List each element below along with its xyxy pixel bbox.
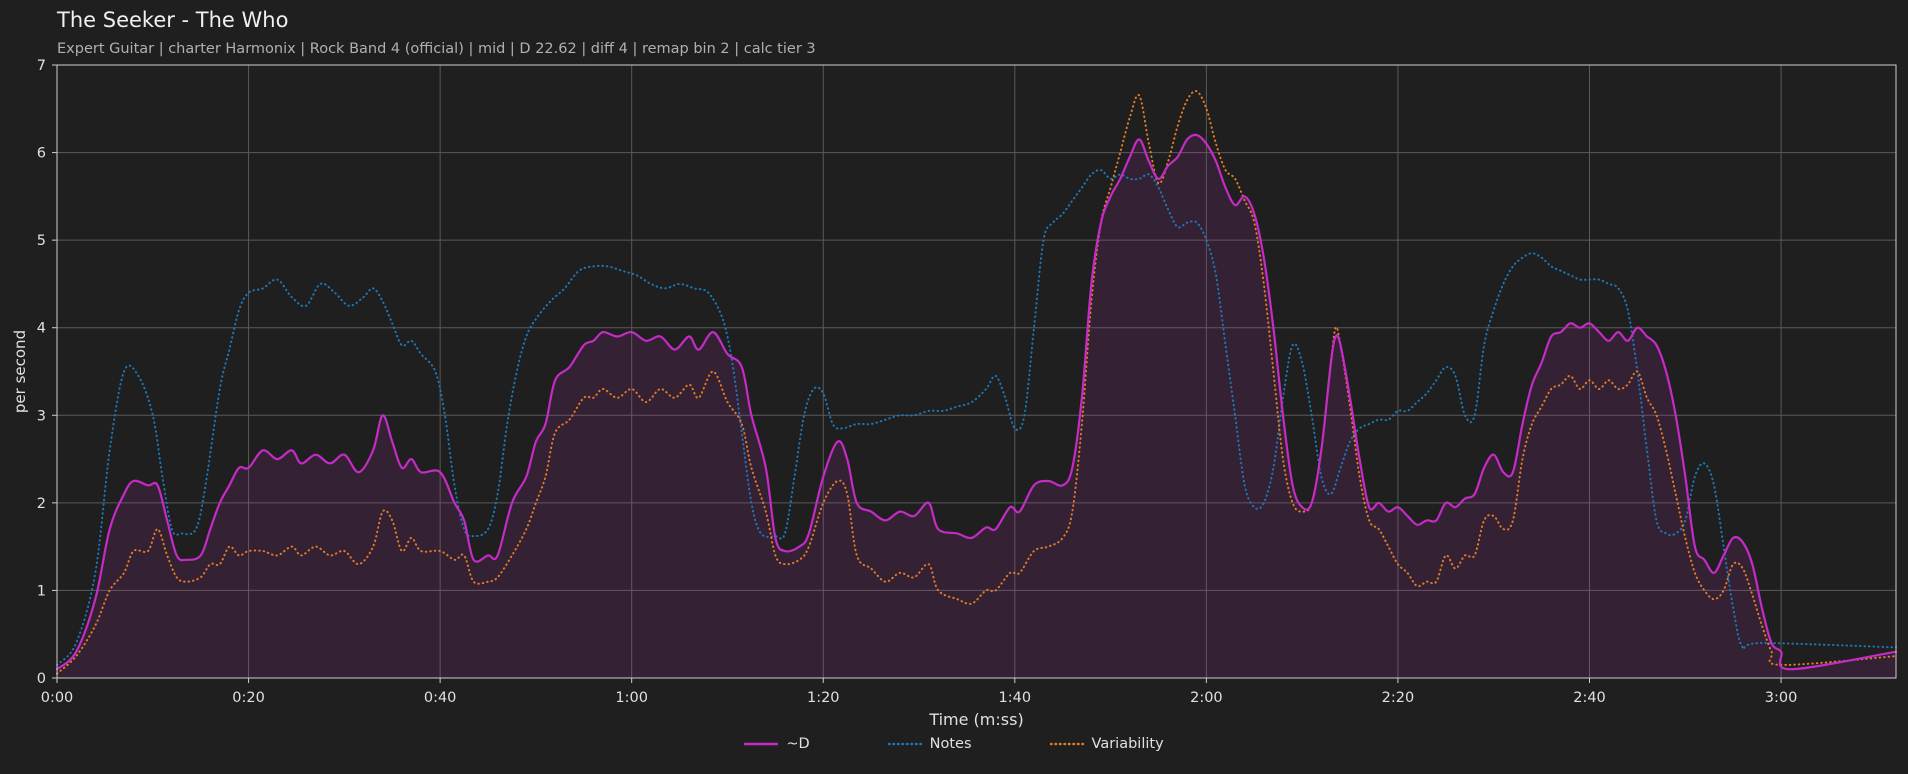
legend-swatch xyxy=(887,742,922,746)
x-tick-label: 0:00 xyxy=(41,690,74,706)
x-tick-label: 1:20 xyxy=(807,690,840,706)
x-tick-label: 0:20 xyxy=(232,690,265,706)
legend-item: Notes xyxy=(887,736,972,752)
x-tick-label: 0:40 xyxy=(424,690,457,706)
y-tick-label: 2 xyxy=(37,496,46,512)
y-tick-label: 5 xyxy=(37,233,46,249)
series-fill-0 xyxy=(57,134,1896,678)
y-tick-label: 6 xyxy=(37,146,46,162)
legend-label: Notes xyxy=(929,736,972,752)
y-tick-label: 1 xyxy=(37,583,46,599)
x-tick-label: 2:40 xyxy=(1573,690,1606,706)
series-fills xyxy=(57,134,1896,678)
y-axis-label: per second xyxy=(11,330,29,413)
x-axis-label: Time (m:ss) xyxy=(928,710,1023,729)
legend-item: Variability xyxy=(1049,736,1164,752)
legend-swatch xyxy=(1049,742,1084,746)
y-tick-label: 0 xyxy=(37,671,46,687)
x-tick-label: 1:00 xyxy=(615,690,648,706)
legend-label: Variability xyxy=(1091,736,1164,752)
x-tick-label: 1:40 xyxy=(999,690,1032,706)
y-tick-label: 4 xyxy=(37,321,46,337)
x-tick-label: 3:00 xyxy=(1765,690,1798,706)
legend-swatch xyxy=(744,742,779,746)
y-tick-label: 3 xyxy=(37,408,46,424)
legend-item: ~D xyxy=(744,736,810,752)
x-tick-label: 2:00 xyxy=(1190,690,1223,706)
x-tick-label: 2:20 xyxy=(1382,690,1415,706)
legend-label: ~D xyxy=(786,736,810,752)
legend: ~D Notes Variability xyxy=(0,736,1908,752)
y-tick-label: 7 xyxy=(37,58,46,74)
chart-canvas: 0:00 0:20 0:40 1:00 1:20 1:40 2:00 2:20 2:40 3:00… xyxy=(11,58,1898,729)
